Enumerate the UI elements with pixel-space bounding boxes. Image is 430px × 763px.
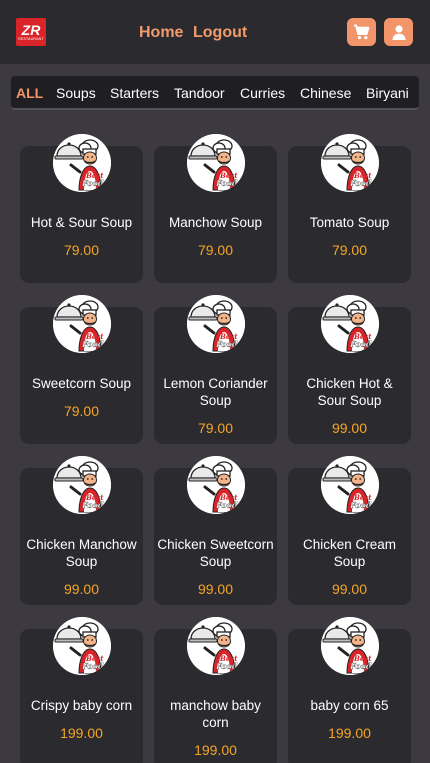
nav-home-link[interactable]: Home: [139, 24, 183, 42]
svg-text:Food: Food: [215, 339, 238, 349]
tab-tandoor[interactable]: Tandoor: [174, 85, 225, 101]
cart-button[interactable]: [347, 18, 376, 46]
user-icon: [392, 24, 405, 40]
cart-icon: [354, 24, 370, 40]
menu-item-card[interactable]: Best Food manchow baby corn 199.00: [154, 617, 277, 763]
tab-starters[interactable]: Starters: [110, 85, 159, 101]
chef-food-image: Best Food: [187, 456, 245, 514]
chef-food-image: Best Food: [321, 456, 379, 514]
chef-food-image: Best Food: [321, 617, 379, 675]
restaurant-logo[interactable]: ZR RESTAURANT: [16, 18, 46, 46]
menu-item-price: 79.00: [197, 242, 234, 258]
menu-item-name: Chicken Manchow Soup: [26, 537, 137, 569]
menu-item-card[interactable]: Best Food Crispy baby corn 199.00: [20, 617, 143, 763]
menu-item-card[interactable]: Best Food baby corn 65 199.00: [288, 617, 411, 763]
svg-text:Food: Food: [81, 339, 104, 349]
menu-item-price: 99.00: [331, 581, 368, 597]
svg-text:Food: Food: [349, 661, 372, 671]
menu-item-name: baby corn 65: [310, 698, 389, 713]
chef-food-image: Best Food: [187, 134, 245, 192]
menu-item-name: Lemon Coriander Soup: [163, 376, 268, 408]
menu-item-name: Sweetcorn Soup: [31, 376, 132, 391]
menu-item-price: 79.00: [197, 420, 234, 436]
menu-item-card[interactable]: Best Food Chicken Hot & Sour Soup 99.00: [288, 295, 411, 444]
menu-item-card[interactable]: Best Food Chicken Sweetcorn Soup 99.00: [154, 456, 277, 605]
chef-food-image: Best Food: [321, 134, 379, 192]
menu-item-card[interactable]: Best Food Sweetcorn Soup 79.00: [20, 295, 143, 444]
menu-item-price: 79.00: [63, 242, 100, 258]
menu-item-name: Manchow Soup: [168, 215, 263, 230]
menu-item-price: 199.00: [328, 725, 371, 741]
chef-food-image: Best Food: [53, 134, 111, 192]
svg-text:Food: Food: [215, 500, 238, 510]
menu-item-name: Chicken Sweetcorn Soup: [157, 537, 274, 569]
menu-item-price: 99.00: [331, 420, 368, 436]
chef-food-image: Best Food: [321, 295, 379, 353]
menu-item-name: Chicken Hot & Sour Soup: [306, 376, 393, 408]
tab-biryani[interactable]: Biryani: [366, 85, 409, 101]
tab-all[interactable]: ALL: [16, 85, 43, 101]
menu-item-card[interactable]: Best Food Hot & Sour Soup 79.00: [20, 134, 143, 283]
chef-food-image: Best Food: [53, 295, 111, 353]
tab-curries[interactable]: Curries: [240, 85, 285, 101]
chef-food-image: Best Food: [53, 617, 111, 675]
chef-food-image: Best Food: [53, 456, 111, 514]
menu-item-card[interactable]: Best Food Chicken Cream Soup 99.00: [288, 456, 411, 605]
user-button[interactable]: [384, 18, 413, 46]
svg-text:Food: Food: [81, 178, 104, 188]
menu-item-price: 79.00: [331, 242, 368, 258]
nav-logout-link[interactable]: Logout: [193, 24, 247, 42]
category-tabs: ALL Soups Starters Tandoor Curries Chine…: [11, 76, 419, 110]
menu-item-name: Hot & Sour Soup: [30, 215, 133, 230]
menu-item-price: 79.00: [63, 403, 100, 419]
menu-item-name: Chicken Cream Soup: [302, 537, 397, 569]
menu-item-name: Crispy baby corn: [30, 698, 133, 713]
menu-item-price: 199.00: [194, 742, 237, 758]
menu-item-card[interactable]: Best Food Manchow Soup 79.00: [154, 134, 277, 283]
svg-text:Food: Food: [215, 661, 238, 671]
menu-item-card[interactable]: Best Food Chicken Manchow Soup 99.00: [20, 456, 143, 605]
svg-text:Food: Food: [349, 178, 372, 188]
tab-soups[interactable]: Soups: [56, 85, 96, 101]
menu-item-name: manchow baby corn: [170, 698, 261, 730]
menu-item-name: Tomato Soup: [309, 215, 390, 230]
svg-text:Food: Food: [349, 500, 372, 510]
svg-text:Food: Food: [215, 178, 238, 188]
svg-text:Food: Food: [81, 500, 104, 510]
tab-chinese[interactable]: Chinese: [300, 85, 351, 101]
svg-text:Food: Food: [81, 661, 104, 671]
menu-item-price: 99.00: [197, 581, 234, 597]
menu-item-card[interactable]: Best Food Tomato Soup 79.00: [288, 134, 411, 283]
chef-food-image: Best Food: [187, 617, 245, 675]
app-header: ZR RESTAURANT Home Logout: [0, 0, 430, 64]
menu-item-price: 199.00: [60, 725, 103, 741]
menu-item-card[interactable]: Best Food Lemon Coriander Soup 79.00: [154, 295, 277, 444]
svg-text:Food: Food: [349, 339, 372, 349]
chef-food-image: Best Food: [187, 295, 245, 353]
menu-item-price: 99.00: [63, 581, 100, 597]
